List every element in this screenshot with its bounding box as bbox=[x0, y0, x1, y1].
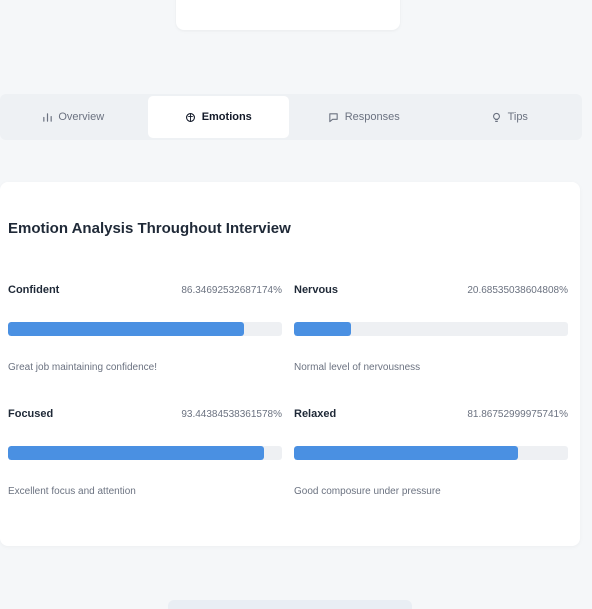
card-title: Emotion Analysis Throughout Interview bbox=[8, 220, 291, 237]
tab-tips[interactable]: Tips bbox=[439, 96, 581, 138]
emotion-note: Excellent focus and attention bbox=[8, 486, 136, 497]
footer-button[interactable] bbox=[168, 600, 412, 609]
emotion-name: Relaxed bbox=[294, 408, 337, 420]
emotion-name: Focused bbox=[8, 408, 54, 420]
brain-icon bbox=[185, 111, 197, 123]
emotion-name: Nervous bbox=[294, 284, 339, 296]
progress-track bbox=[8, 446, 282, 460]
progress-track bbox=[8, 322, 282, 336]
progress-fill bbox=[294, 446, 519, 460]
emotion-grid: Confident 86.34692532687174% Great job m… bbox=[8, 282, 568, 498]
tab-emotions[interactable]: Emotions bbox=[147, 96, 289, 138]
emotion-value: 20.68535038604808% bbox=[467, 284, 568, 296]
progress-track bbox=[294, 322, 568, 336]
header-card bbox=[176, 0, 400, 30]
progress-fill bbox=[294, 322, 351, 336]
tab-emotions-label: Emotions bbox=[201, 111, 252, 123]
emotion-note: Great job maintaining confidence! bbox=[8, 362, 157, 373]
bar-chart-icon bbox=[41, 111, 53, 123]
emotion-value: 86.34692532687174% bbox=[181, 284, 282, 296]
emotion-item-confident: Confident 86.34692532687174% Great job m… bbox=[8, 282, 282, 374]
tab-overview[interactable]: Overview bbox=[2, 96, 144, 138]
emotion-note: Normal level of nervousness bbox=[294, 362, 421, 373]
emotion-value: 93.44384538361578% bbox=[181, 408, 282, 420]
emotion-value: 81.86752999975741% bbox=[467, 408, 568, 420]
tab-overview-label: Overview bbox=[58, 111, 105, 123]
emotion-item-focused: Focused 93.44384538361578% Excellent foc… bbox=[8, 406, 282, 498]
emotion-name: Confident bbox=[8, 284, 60, 296]
emotion-item-nervous: Nervous 20.68535038604808% Normal level … bbox=[294, 282, 568, 374]
emotion-note: Good composure under pressure bbox=[294, 486, 441, 497]
page: Overview Emotions Responses Tips Emotion… bbox=[0, 0, 592, 609]
tab-tips-label: Tips bbox=[507, 111, 528, 123]
emotion-item-relaxed: Relaxed 81.86752999975741% Good composur… bbox=[294, 406, 568, 498]
tab-responses-label: Responses bbox=[344, 111, 400, 123]
progress-fill bbox=[8, 446, 264, 460]
tab-responses[interactable]: Responses bbox=[293, 96, 435, 138]
lightbulb-icon bbox=[491, 111, 503, 123]
progress-track bbox=[294, 446, 568, 460]
tab-bar: Overview Emotions Responses Tips bbox=[0, 94, 582, 140]
progress-fill bbox=[8, 322, 245, 336]
message-square-icon bbox=[328, 111, 340, 123]
